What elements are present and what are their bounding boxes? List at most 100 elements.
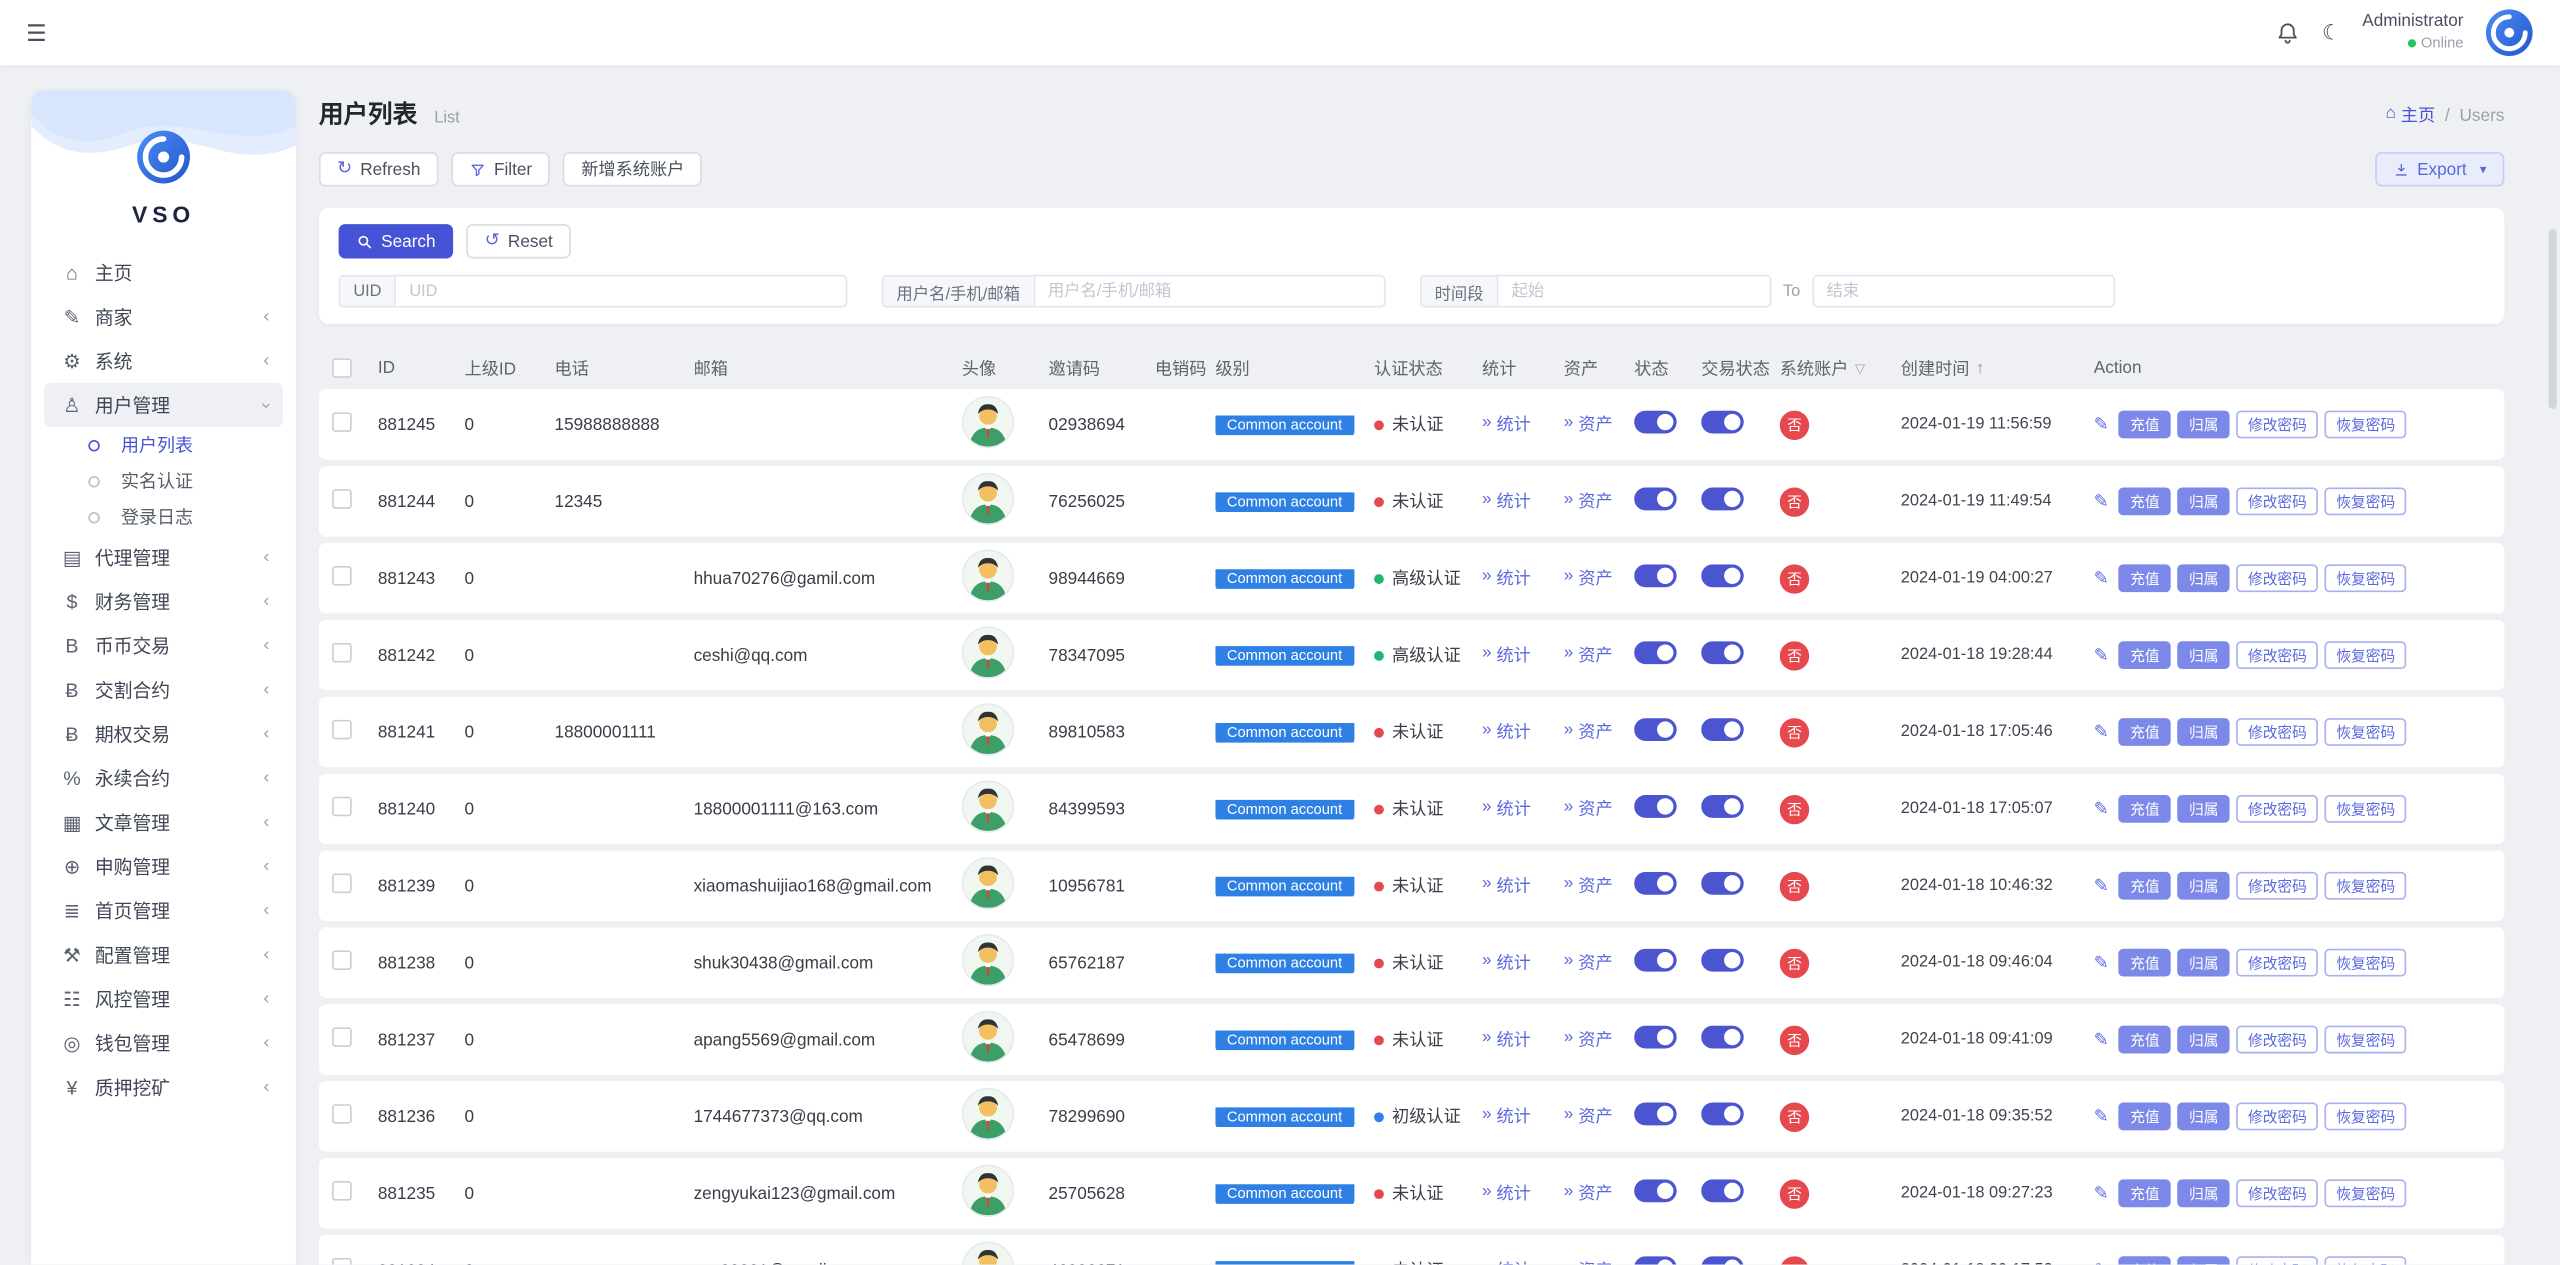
sidebar-item[interactable]: ♙ 用户管理 › <box>44 382 283 427</box>
assets-link[interactable]: »资产 <box>1564 720 1613 745</box>
row-checkbox[interactable] <box>332 1257 352 1265</box>
restore-password-button[interactable]: 恢复密码 <box>2324 1256 2407 1265</box>
sidebar-subitem[interactable]: 登录日志 <box>44 499 283 535</box>
row-checkbox[interactable] <box>332 1027 352 1047</box>
restore-password-button[interactable]: 恢复密码 <box>2324 718 2407 746</box>
trade-status-toggle[interactable] <box>1701 641 1744 665</box>
assign-button[interactable]: 归属 <box>2177 641 2230 670</box>
user-avatar[interactable] <box>961 472 1015 526</box>
row-checkbox[interactable] <box>332 1181 352 1201</box>
user-avatar[interactable] <box>961 780 1015 833</box>
row-checkbox[interactable] <box>332 719 352 740</box>
column-header[interactable]: 上级ID <box>465 356 555 381</box>
user-avatar[interactable] <box>961 1241 1015 1265</box>
column-header[interactable]: 级别 <box>1215 356 1374 381</box>
stats-link[interactable]: »统计 <box>1482 412 1531 437</box>
change-password-button[interactable]: 修改密码 <box>2236 1025 2319 1054</box>
change-password-button[interactable]: 修改密码 <box>2236 794 2319 823</box>
search-button[interactable]: Search <box>338 224 454 259</box>
change-password-button[interactable]: 修改密码 <box>2236 948 2319 977</box>
row-checkbox[interactable] <box>332 950 352 971</box>
edit-icon[interactable]: ✎ <box>2094 644 2109 666</box>
recharge-button[interactable]: 充值 <box>2118 641 2172 670</box>
change-password-button[interactable]: 修改密码 <box>2236 487 2319 516</box>
assign-button[interactable]: 归属 <box>2177 1179 2230 1208</box>
trade-status-toggle[interactable] <box>1701 1025 1744 1049</box>
edit-icon[interactable]: ✎ <box>2094 1260 2109 1265</box>
sidebar-item[interactable]: ⚒ 配置管理 › <box>44 932 283 976</box>
recharge-button[interactable]: 充值 <box>2118 487 2172 516</box>
assign-button[interactable]: 归属 <box>2177 718 2230 746</box>
restore-password-button[interactable]: 恢复密码 <box>2324 487 2407 516</box>
assets-link[interactable]: »资产 <box>1564 643 1613 668</box>
dark-mode-icon[interactable]: ☾ <box>2322 20 2341 46</box>
assets-link[interactable]: »资产 <box>1564 566 1613 591</box>
stats-link[interactable]: »统计 <box>1482 720 1531 745</box>
user-avatar[interactable] <box>961 1087 1015 1141</box>
recharge-button[interactable]: 充值 <box>2118 718 2172 746</box>
stats-link[interactable]: »统计 <box>1482 1181 1531 1206</box>
assign-button[interactable]: 归属 <box>2177 1256 2230 1265</box>
column-header[interactable]: 创建时间 ↑ <box>1901 356 2094 381</box>
sidebar-item[interactable]: ☷ 风控管理 › <box>44 977 283 1021</box>
status-toggle[interactable] <box>1634 564 1677 588</box>
trade-status-toggle[interactable] <box>1701 487 1744 511</box>
brand-logo[interactable]: VSO <box>31 90 296 227</box>
user-avatar[interactable] <box>961 549 1015 602</box>
row-checkbox[interactable] <box>332 1104 352 1124</box>
user-avatar[interactable] <box>961 1010 1015 1064</box>
sidebar-item[interactable]: % 永续合约 › <box>44 756 283 800</box>
column-header[interactable]: 头像 <box>962 356 1049 381</box>
assets-link[interactable]: »资产 <box>1564 797 1613 822</box>
assets-link[interactable]: »资产 <box>1564 1104 1613 1129</box>
change-password-button[interactable]: 修改密码 <box>2236 641 2319 670</box>
change-password-button[interactable]: 修改密码 <box>2236 410 2319 439</box>
status-toggle[interactable] <box>1634 487 1677 511</box>
user-avatar[interactable] <box>961 703 1015 756</box>
sidebar-item[interactable]: ✎ 商家 › <box>44 294 283 338</box>
stats-link[interactable]: »统计 <box>1482 797 1531 822</box>
status-toggle[interactable] <box>1634 641 1677 665</box>
column-header[interactable]: 邮箱 <box>694 356 962 381</box>
restore-password-button[interactable]: 恢复密码 <box>2324 641 2407 670</box>
recharge-button[interactable]: 充值 <box>2118 1025 2172 1054</box>
time-start-input[interactable] <box>1496 274 1772 308</box>
bell-icon[interactable] <box>2276 20 2301 45</box>
sidebar-item[interactable]: ◎ 钱包管理 › <box>44 1021 283 1065</box>
breadcrumb-home[interactable]: ⌂ 主页 <box>2385 103 2435 128</box>
status-toggle[interactable] <box>1634 1102 1677 1126</box>
assets-link[interactable]: »资产 <box>1564 1258 1613 1265</box>
column-header[interactable]: ID <box>378 358 465 378</box>
assets-link[interactable]: »资产 <box>1564 950 1613 975</box>
sidebar-item[interactable]: ⌂ 主页 <box>44 250 283 294</box>
restore-password-button[interactable]: 恢复密码 <box>2324 871 2407 900</box>
edit-icon[interactable]: ✎ <box>2094 491 2109 512</box>
assets-link[interactable]: »资产 <box>1564 412 1613 437</box>
row-checkbox[interactable] <box>332 412 352 432</box>
sidebar-item[interactable]: ▦ 文章管理 › <box>44 800 283 844</box>
assets-link[interactable]: »资产 <box>1564 489 1613 514</box>
edit-icon[interactable]: ✎ <box>2094 721 2109 743</box>
row-checkbox[interactable] <box>332 642 352 663</box>
restore-password-button[interactable]: 恢复密码 <box>2324 564 2407 593</box>
sidebar-subitem[interactable]: 用户列表 <box>44 427 283 463</box>
stats-link[interactable]: »统计 <box>1482 643 1531 668</box>
trade-status-toggle[interactable] <box>1701 1102 1744 1126</box>
column-header[interactable]: 电销码 <box>1155 356 1216 381</box>
change-password-button[interactable]: 修改密码 <box>2236 718 2319 746</box>
stats-link[interactable]: »统计 <box>1482 566 1531 591</box>
trade-status-toggle[interactable] <box>1701 718 1744 742</box>
sidebar-item[interactable]: ≣ 首页管理 › <box>44 888 283 932</box>
column-header[interactable]: 状态 <box>1634 356 1701 381</box>
row-checkbox[interactable] <box>332 565 352 586</box>
filter-button[interactable]: Filter <box>451 152 551 187</box>
column-filter-icon[interactable]: ▽ <box>1855 361 1865 376</box>
status-toggle[interactable] <box>1634 871 1677 895</box>
assign-button[interactable]: 归属 <box>2177 410 2230 439</box>
hamburger-menu-icon[interactable]: ☰ <box>26 19 47 47</box>
sidebar-item[interactable]: ⊕ 申购管理 › <box>44 844 283 888</box>
trade-status-toggle[interactable] <box>1701 1179 1744 1203</box>
refresh-button[interactable]: ↻ Refresh <box>318 152 439 187</box>
user-avatar[interactable] <box>961 934 1015 987</box>
status-toggle[interactable] <box>1634 794 1677 818</box>
